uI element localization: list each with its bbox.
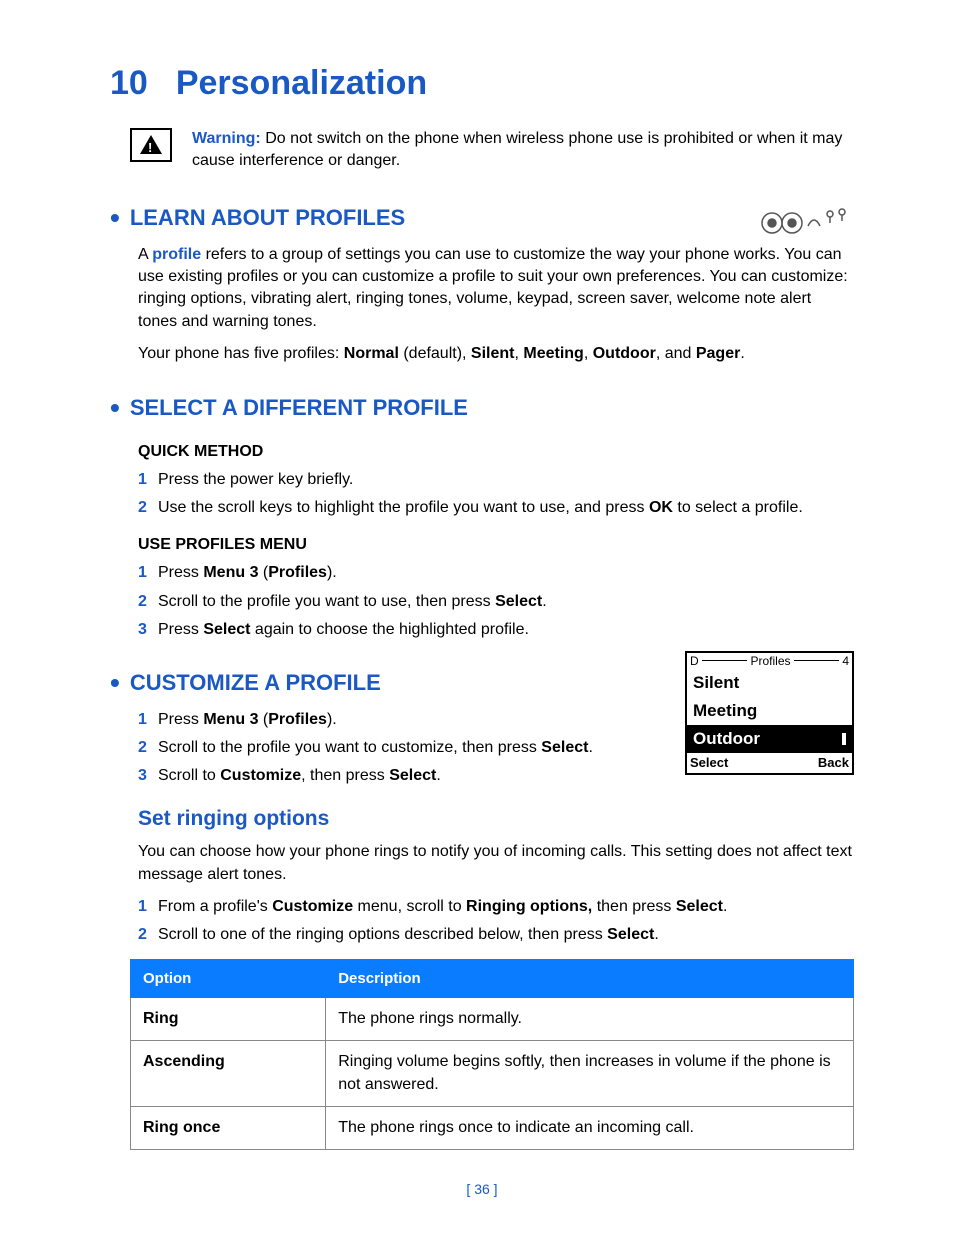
menu-steps-list: 1Press Menu 3 (Profiles). 2Scroll to the… <box>138 562 854 641</box>
ringing-options-table: Option Description Ring The phone rings … <box>130 959 854 1151</box>
list-item: 1Press the power key briefly. <box>138 469 854 491</box>
profiles-graphic-icon <box>744 198 854 242</box>
table-row: Ring The phone rings normally. <box>131 997 854 1040</box>
table-row: Ring once The phone rings once to indica… <box>131 1106 854 1149</box>
learn-paragraph-1: A profile refers to a group of settings … <box>138 244 854 334</box>
list-item: 1Press Menu 3 (Profiles). <box>138 562 854 584</box>
phone-row: Silent <box>687 669 852 697</box>
section-select: SELECT A DIFFERENT PROFILE <box>110 388 854 427</box>
customize-steps-list: 1Press Menu 3 (Profiles). 2Scroll to the… <box>138 709 854 788</box>
chapter-number: 10 <box>110 64 148 102</box>
chapter-title: 10 Personalization <box>110 60 854 108</box>
warning-label: Warning: <box>192 130 261 147</box>
list-item: 3Scroll to Customize, then press Select. <box>138 765 854 787</box>
table-header-option: Option <box>131 959 326 997</box>
list-item: 2Scroll to one of the ringing options de… <box>138 924 854 946</box>
warning-icon: ! <box>130 128 172 162</box>
section-learn: LEARN ABOUT PROFILES <box>110 198 854 237</box>
warning-text: Warning: Do not switch on the phone when… <box>192 128 854 173</box>
subhead-profiles-menu: USE PROFILES MENU <box>138 534 854 556</box>
table-header-description: Description <box>326 959 854 997</box>
page-number: [ 36 ] <box>110 1180 854 1200</box>
ringing-steps-list: 1From a profile's Customize menu, scroll… <box>138 896 854 947</box>
warning-box: ! Warning: Do not switch on the phone wh… <box>130 128 854 173</box>
learn-paragraph-2: Your phone has five profiles: Normal (de… <box>138 343 854 365</box>
chapter-name: Personalization <box>176 64 427 102</box>
subhead-quick: QUICK METHOD <box>138 441 854 463</box>
list-item: 3Press Select again to choose the highli… <box>138 619 854 641</box>
ringing-intro: You can choose how your phone rings to n… <box>138 841 854 886</box>
table-row: Ascending Ringing volume begins softly, … <box>131 1041 854 1107</box>
list-item: 2Scroll to the profile you want to custo… <box>138 737 854 759</box>
quick-steps-list: 1Press the power key briefly. 2Use the s… <box>138 469 854 520</box>
list-item: 2Scroll to the profile you want to use, … <box>138 591 854 613</box>
list-item: 2Use the scroll keys to highlight the pr… <box>138 497 854 519</box>
profile-term: profile <box>152 246 201 263</box>
subhead-ringing: Set ringing options <box>138 804 854 833</box>
list-item: 1From a profile's Customize menu, scroll… <box>138 896 854 918</box>
list-item: 1Press Menu 3 (Profiles). <box>138 709 854 731</box>
